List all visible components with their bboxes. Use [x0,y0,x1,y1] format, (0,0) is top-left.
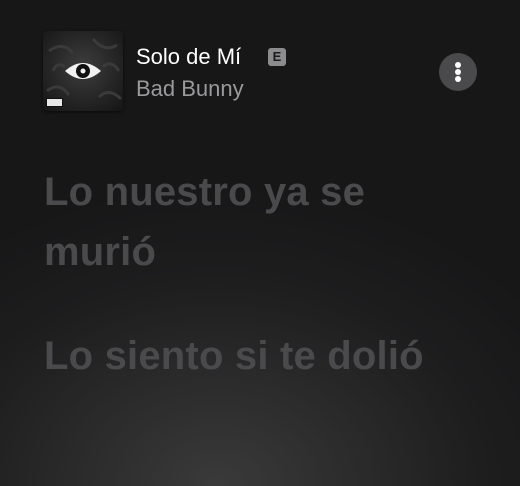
artist-name[interactable]: Bad Bunny [136,76,244,102]
lyric-line[interactable]: Lo nuestro ya se murió [44,162,484,282]
album-art[interactable] [43,31,123,111]
now-playing-header: Solo de Mí E Bad Bunny [0,0,520,140]
explicit-badge: E [268,48,286,66]
ellipsis-vertical-icon [455,62,461,68]
ellipsis-dot [455,69,461,75]
lyric-line[interactable]: Lo siento si te dolió [44,326,484,386]
lyrics-panel: Lo nuestro ya se murió Lo siento si te d… [44,162,484,430]
song-title[interactable]: Solo de Mí [136,44,241,70]
more-options-button[interactable] [439,53,477,91]
parental-advisory-badge [46,98,63,107]
ellipsis-dot [455,76,461,82]
